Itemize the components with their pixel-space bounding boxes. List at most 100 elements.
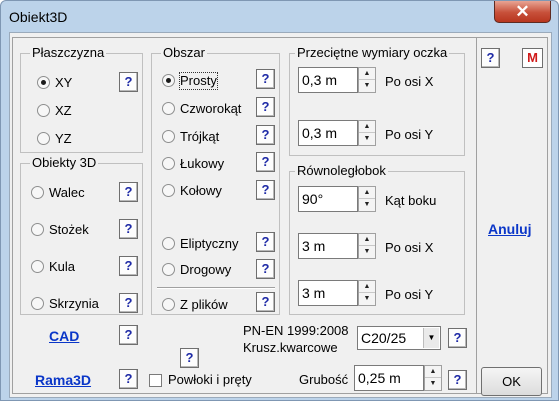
rown-y-spinner[interactable]: ▲ ▼ xyxy=(358,280,376,306)
radio-skrzynia-label: Skrzynia xyxy=(49,296,99,311)
rown-x-label: Po osi X xyxy=(385,240,434,255)
radio-eliptyczny-label: Eliptyczny xyxy=(180,236,239,251)
radio-xy[interactable] xyxy=(37,76,50,89)
help-drogowy-button[interactable]: ? xyxy=(256,259,275,279)
radio-prosty[interactable] xyxy=(162,74,175,87)
spin-down-icon[interactable]: ▼ xyxy=(359,293,375,305)
radio-z-plikow[interactable] xyxy=(162,298,175,311)
standard-line2: Krusz.kwarcowe xyxy=(243,340,338,355)
radio-kolowy-label: Kołowy xyxy=(180,183,222,198)
help-grubosc-button[interactable]: ? xyxy=(448,370,467,390)
radio-yz-label: YZ xyxy=(55,131,72,146)
powloki-checkbox[interactable] xyxy=(149,374,162,387)
help-eliptyczny-button[interactable]: ? xyxy=(256,232,275,252)
radio-czworokat-label: Czworokąt xyxy=(180,101,242,116)
help-walec-button[interactable]: ? xyxy=(119,182,138,202)
rownoleglobok-group: Równoległobok 90° ▲ ▼ Kąt boku 3 m ▲ ▼ Po … xyxy=(289,163,465,315)
obiekty-group: Obiekty 3D Walec ? Stożek ? Kula ? Skrzy… xyxy=(20,155,143,315)
obiekty-title: Obiekty 3D xyxy=(30,155,99,171)
radio-drogowy-label: Drogowy xyxy=(180,262,232,277)
help-lukowy-button[interactable]: ? xyxy=(256,152,275,172)
help-main-button[interactable]: ? xyxy=(481,48,500,68)
help-trojkat-button[interactable]: ? xyxy=(256,125,275,145)
window-title: Obiekt3D xyxy=(9,9,68,25)
close-button[interactable]: ✕ xyxy=(494,1,551,23)
radio-xy-label: XY xyxy=(55,75,73,90)
rama3d-link[interactable]: Rama3D xyxy=(35,372,91,388)
obszar-separator xyxy=(157,287,275,289)
oczko-x-input[interactable]: 0,3 m xyxy=(298,67,358,93)
dialog-client-area: Płaszczyzna XY ? XZ YZ Obiekty 3D Walec … xyxy=(9,32,552,398)
help-stozek-button[interactable]: ? xyxy=(119,219,138,239)
rown-x-input[interactable]: 3 m xyxy=(298,233,358,259)
radio-skrzynia[interactable] xyxy=(31,297,44,310)
spin-down-icon[interactable]: ▼ xyxy=(359,80,375,92)
radio-stozek-label: Stożek xyxy=(49,222,89,237)
spin-down-icon[interactable]: ▼ xyxy=(359,199,375,211)
oczko-x-spinner[interactable]: ▲ ▼ xyxy=(358,67,376,93)
angle-input[interactable]: 90° xyxy=(298,186,358,212)
plaszczyzna-group: Płaszczyzna XY ? XZ YZ xyxy=(20,45,143,153)
dialog-window: Obiekt3D ✕ Płaszczyzna XY ? XZ YZ Obiekt… xyxy=(0,0,559,401)
help-concrete-button[interactable]: ? xyxy=(448,328,467,348)
spin-down-icon[interactable]: ▼ xyxy=(359,133,375,145)
radio-z-plikow-label: Z plików xyxy=(180,297,228,312)
help-powloki-button[interactable]: ? xyxy=(180,348,199,368)
help-cad-button[interactable]: ? xyxy=(119,325,138,345)
help-czworokat-button[interactable]: ? xyxy=(256,97,275,117)
radio-drogowy[interactable] xyxy=(162,263,175,276)
rown-y-input[interactable]: 3 m xyxy=(298,280,358,306)
help-kula-button[interactable]: ? xyxy=(119,256,138,276)
radio-trojkat[interactable] xyxy=(162,130,175,143)
m-button[interactable]: M xyxy=(522,48,543,68)
radio-stozek[interactable] xyxy=(31,223,44,236)
spin-up-icon[interactable]: ▲ xyxy=(425,366,441,378)
radio-lukowy-label: Łukowy xyxy=(180,156,225,171)
radio-kula[interactable] xyxy=(31,260,44,273)
anuluj-link[interactable]: Anuluj xyxy=(488,221,532,237)
spin-down-icon[interactable]: ▼ xyxy=(425,378,441,390)
spin-up-icon[interactable]: ▲ xyxy=(359,281,375,293)
rown-x-spinner[interactable]: ▲ ▼ xyxy=(358,233,376,259)
help-z-plikow-button[interactable]: ? xyxy=(256,292,275,312)
radio-kula-label: Kula xyxy=(49,259,76,274)
spin-up-icon[interactable]: ▲ xyxy=(359,68,375,80)
grubosc-label: Grubość xyxy=(299,372,349,387)
radio-yz[interactable] xyxy=(37,132,50,145)
grubosc-input[interactable]: 0,25 m xyxy=(354,365,424,391)
help-xy-button[interactable]: ? xyxy=(119,72,138,92)
plaszczyzna-title: Płaszczyzna xyxy=(30,45,107,61)
standard-line1: PN-EN 1999:2008 xyxy=(243,323,349,338)
spin-down-icon[interactable]: ▼ xyxy=(359,246,375,258)
side-panel: ? M Anuluj OK xyxy=(476,37,548,396)
radio-eliptyczny[interactable] xyxy=(162,237,175,250)
help-kolowy-button[interactable]: ? xyxy=(256,180,275,200)
ok-button[interactable]: OK xyxy=(481,367,542,396)
main-panel: Płaszczyzna XY ? XZ YZ Obiekty 3D Walec … xyxy=(12,37,479,394)
oczko-y-input[interactable]: 0,3 m xyxy=(298,120,358,146)
help-rama3d-button[interactable]: ? xyxy=(119,369,138,389)
radio-walec[interactable] xyxy=(31,186,44,199)
radio-xz[interactable] xyxy=(37,104,50,117)
rownoleglobok-title: Równoległobok xyxy=(295,163,388,179)
concrete-class-value: C20/25 xyxy=(361,330,407,346)
powloki-label: Powłoki i pręty xyxy=(168,372,252,387)
spin-up-icon[interactable]: ▲ xyxy=(359,234,375,246)
obszar-title: Obszar xyxy=(161,45,207,61)
chevron-down-icon[interactable]: ▼ xyxy=(423,328,439,348)
oczko-group: Przeciętne wymiary oczka 0,3 m ▲ ▼ Po osi… xyxy=(289,45,465,156)
radio-trojkat-label: Trójkąt xyxy=(180,129,220,144)
cad-link[interactable]: CAD xyxy=(49,328,79,344)
spin-up-icon[interactable]: ▲ xyxy=(359,121,375,133)
concrete-class-select[interactable]: C20/25 ▼ xyxy=(357,326,441,350)
radio-lukowy[interactable] xyxy=(162,157,175,170)
radio-czworokat[interactable] xyxy=(162,102,175,115)
grubosc-spinner[interactable]: ▲ ▼ xyxy=(424,365,442,391)
oczko-y-spinner[interactable]: ▲ ▼ xyxy=(358,120,376,146)
oczko-x-label: Po osi X xyxy=(385,74,434,89)
angle-spinner[interactable]: ▲ ▼ xyxy=(358,186,376,212)
spin-up-icon[interactable]: ▲ xyxy=(359,187,375,199)
help-prosty-button[interactable]: ? xyxy=(256,69,275,89)
help-skrzynia-button[interactable]: ? xyxy=(119,293,138,313)
radio-kolowy[interactable] xyxy=(162,184,175,197)
